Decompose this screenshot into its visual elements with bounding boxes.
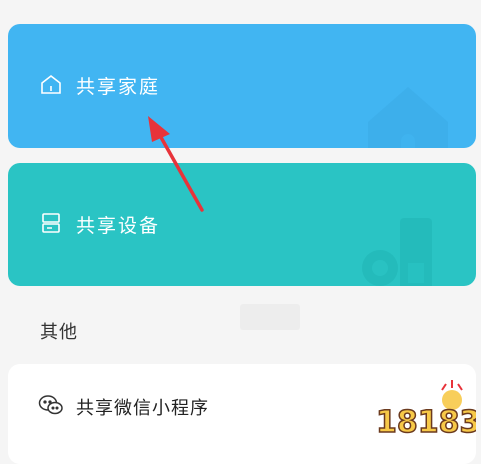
watermark-text: 18183 [376, 405, 476, 440]
watermark-logo: 18183 [372, 376, 481, 450]
